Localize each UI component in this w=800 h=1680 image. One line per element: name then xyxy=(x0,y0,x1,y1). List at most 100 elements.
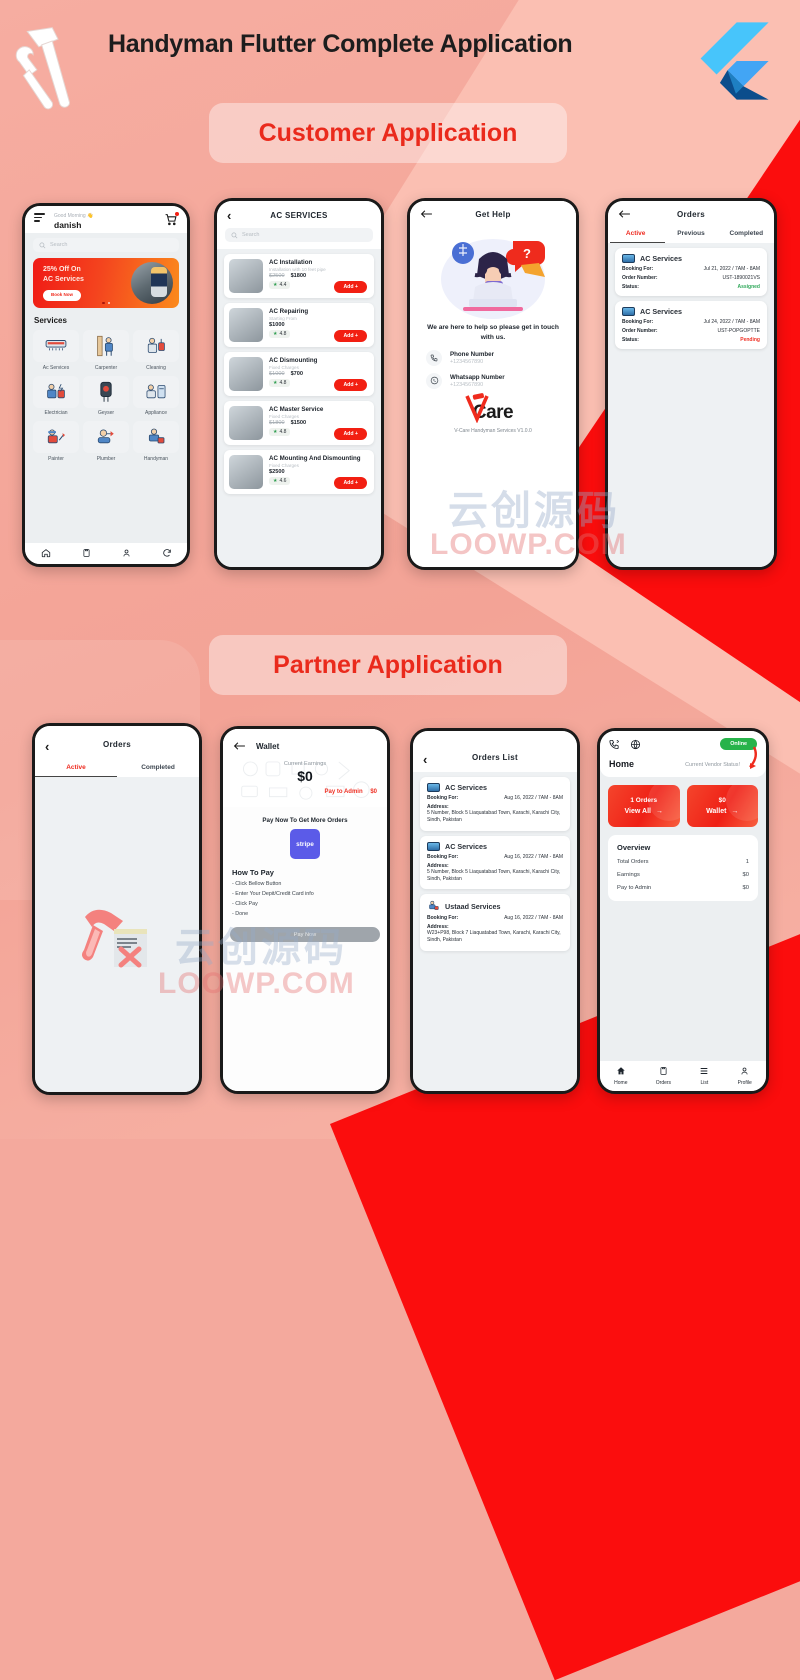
service-tile-electrician[interactable]: Electrician xyxy=(33,375,79,416)
globe-icon[interactable] xyxy=(630,739,641,750)
orders-title: Orders xyxy=(676,209,706,219)
service-tile-painter[interactable]: Painter xyxy=(33,421,79,462)
add-button[interactable]: Add + xyxy=(334,477,367,489)
star-icon: ★ xyxy=(273,330,278,337)
add-button[interactable]: Add + xyxy=(334,281,367,293)
phone-customer-home: Good Morning 👋 danish Search 25% Off On … xyxy=(22,203,190,567)
wallet-title: Wallet xyxy=(256,741,280,751)
service-label: Appliance xyxy=(145,410,167,416)
services-grid: Ac Services Carpenter Cleaning Electrici… xyxy=(25,325,187,462)
nav-item-list[interactable]: List xyxy=(699,1066,709,1086)
stripe-logo[interactable]: stripe xyxy=(290,829,320,859)
contact-label: Phone Number xyxy=(450,350,495,358)
service-list-item[interactable]: AC Mounting And Dismounting Fixed Charge… xyxy=(224,450,374,494)
bottom-navigation xyxy=(25,543,187,564)
order-list-item[interactable]: AC Services Booking For: Aug 16, 2022 / 7… xyxy=(420,777,570,831)
order-list-item[interactable]: AC Services Booking For: Aug 16, 2022 / 7… xyxy=(420,835,570,889)
add-button[interactable]: Add + xyxy=(334,330,367,342)
overview-value: 1 xyxy=(745,859,749,865)
service-list-item[interactable]: AC Repairing Starting From $1000 ★ 4.8 Ad… xyxy=(224,303,374,347)
pay-to-admin-value: $0 xyxy=(370,789,377,795)
contact-whatsapp[interactable]: Whatsapp Number +1234567890 xyxy=(410,366,576,389)
promo-image xyxy=(131,262,173,304)
pay-now-button[interactable]: Pay Now xyxy=(230,927,380,942)
list-icon xyxy=(701,1068,708,1074)
service-tile-plumber[interactable]: Plumber xyxy=(83,421,129,462)
nav-item-home[interactable]: Home xyxy=(614,1066,627,1086)
service-tile-cleaning[interactable]: Cleaning xyxy=(133,330,179,371)
service-thumbnail xyxy=(229,259,263,293)
order-list-item[interactable]: Ustaad Services Booking For: Aug 16, 2022… xyxy=(420,894,570,951)
service-old-price: $2500 xyxy=(269,272,285,279)
air-conditioner-icon xyxy=(622,307,635,316)
vcare-v-icon xyxy=(465,392,489,423)
clipboard-icon[interactable] xyxy=(82,548,91,558)
partner-kpi-row: 1 Orders View All → $0 Wallet → xyxy=(600,777,766,827)
orders-list-body[interactable]: AC Services Booking For: Aug 16, 2022 / 7… xyxy=(413,772,577,1091)
order-booking-value: Jul 24, 2022 / 7AM - 8AM xyxy=(703,319,760,325)
phone-call-icon[interactable] xyxy=(609,739,620,750)
service-tile-geyser[interactable]: Geyser xyxy=(83,375,129,416)
contact-phone[interactable]: Phone Number +1234567890 xyxy=(410,343,576,366)
tab-completed[interactable]: Completed xyxy=(117,759,199,777)
clipboard-icon xyxy=(660,1067,667,1075)
nav-item-orders[interactable]: Orders xyxy=(656,1066,671,1086)
hamburger-menu-icon[interactable] xyxy=(34,213,45,224)
order-status-label: Status: xyxy=(622,284,639,290)
order-status-label: Status: xyxy=(622,337,639,343)
hammer-no-orders-illustration xyxy=(82,909,147,967)
add-button[interactable]: Add + xyxy=(334,428,367,440)
overview-label: Earnings xyxy=(617,872,640,878)
service-label: Carpenter xyxy=(94,364,118,371)
tab-completed[interactable]: Completed xyxy=(719,225,774,243)
promo-carousel-dots[interactable] xyxy=(102,301,110,304)
tab-active[interactable]: Active xyxy=(35,759,117,777)
kpi-wallet-card[interactable]: $0 Wallet → xyxy=(686,785,758,827)
service-name: AC Mounting And Dismounting xyxy=(269,455,361,462)
service-rating: ★ 4.8 xyxy=(269,329,291,338)
rating-value: 4.4 xyxy=(279,281,287,288)
kpi-orders-card[interactable]: 1 Orders View All → xyxy=(608,785,680,827)
order-card[interactable]: AC Services Booking For: Jul 21, 2022 / 7… xyxy=(615,248,767,296)
booking-label: Booking For: xyxy=(427,795,459,801)
service-tile-appliance[interactable]: Appliance xyxy=(133,375,179,416)
add-button[interactable]: Add + xyxy=(334,379,367,391)
service-list-item[interactable]: AC Installation Installation with 10 fee… xyxy=(224,254,374,298)
section-pill-partner: Partner Application xyxy=(209,635,567,695)
star-icon: ★ xyxy=(273,379,278,386)
orders-list[interactable]: AC Services Booking For: Jul 21, 2022 / 7… xyxy=(608,243,774,567)
nav-item-profile[interactable]: Profile xyxy=(738,1066,752,1086)
service-list-item[interactable]: AC Dismounting Fixed Charges $1000 $700 ★… xyxy=(224,352,374,396)
promo-banner[interactable]: 25% Off On AC Services Book Now xyxy=(33,258,179,308)
nav-label: Profile xyxy=(737,1080,752,1086)
refresh-icon[interactable] xyxy=(162,548,172,558)
support-agent-illustration: ? xyxy=(410,231,576,323)
order-booking-label: Booking For: xyxy=(622,266,654,272)
greeting-block: Good Morning 👋 danish xyxy=(54,213,164,230)
order-number-value: UST-1890021VS xyxy=(722,275,760,281)
air-conditioner-icon xyxy=(622,254,635,263)
service-tile-ac-services[interactable]: Ac Services xyxy=(33,330,79,371)
whatsapp-icon xyxy=(426,372,442,389)
rating-value: 4.8 xyxy=(279,330,287,337)
search-input[interactable]: Search xyxy=(33,238,179,252)
service-price: $1500 xyxy=(290,419,307,426)
order-service-name: Ustaad Services xyxy=(445,901,501,911)
tab-active[interactable]: Active xyxy=(608,225,663,243)
service-tile-carpenter[interactable]: Carpenter xyxy=(83,330,129,371)
cleaning-icon xyxy=(147,337,165,353)
book-now-button[interactable]: Book Now xyxy=(43,289,81,302)
order-service-name: AC Services xyxy=(445,841,487,851)
ac-search-input[interactable]: Search xyxy=(225,228,373,242)
person-icon[interactable] xyxy=(122,548,131,558)
service-list-item[interactable]: AC Master Service Fixed Charges $1800 $15… xyxy=(224,401,374,445)
service-tile-handyman[interactable]: Handyman xyxy=(133,421,179,462)
order-card[interactable]: AC Services Booking For: Jul 24, 2022 / 7… xyxy=(615,301,767,349)
orders-list-title: Orders List xyxy=(472,753,518,762)
shopping-cart-icon[interactable] xyxy=(164,212,179,226)
ac-services-list[interactable]: AC Installation Installation with 10 fee… xyxy=(217,249,381,567)
booking-value: Aug 16, 2022 / 7AM - 8AM xyxy=(504,915,563,921)
home-icon[interactable] xyxy=(41,548,51,558)
tab-previous[interactable]: Previous xyxy=(663,225,718,243)
back-arrow-icon[interactable] xyxy=(233,741,246,751)
